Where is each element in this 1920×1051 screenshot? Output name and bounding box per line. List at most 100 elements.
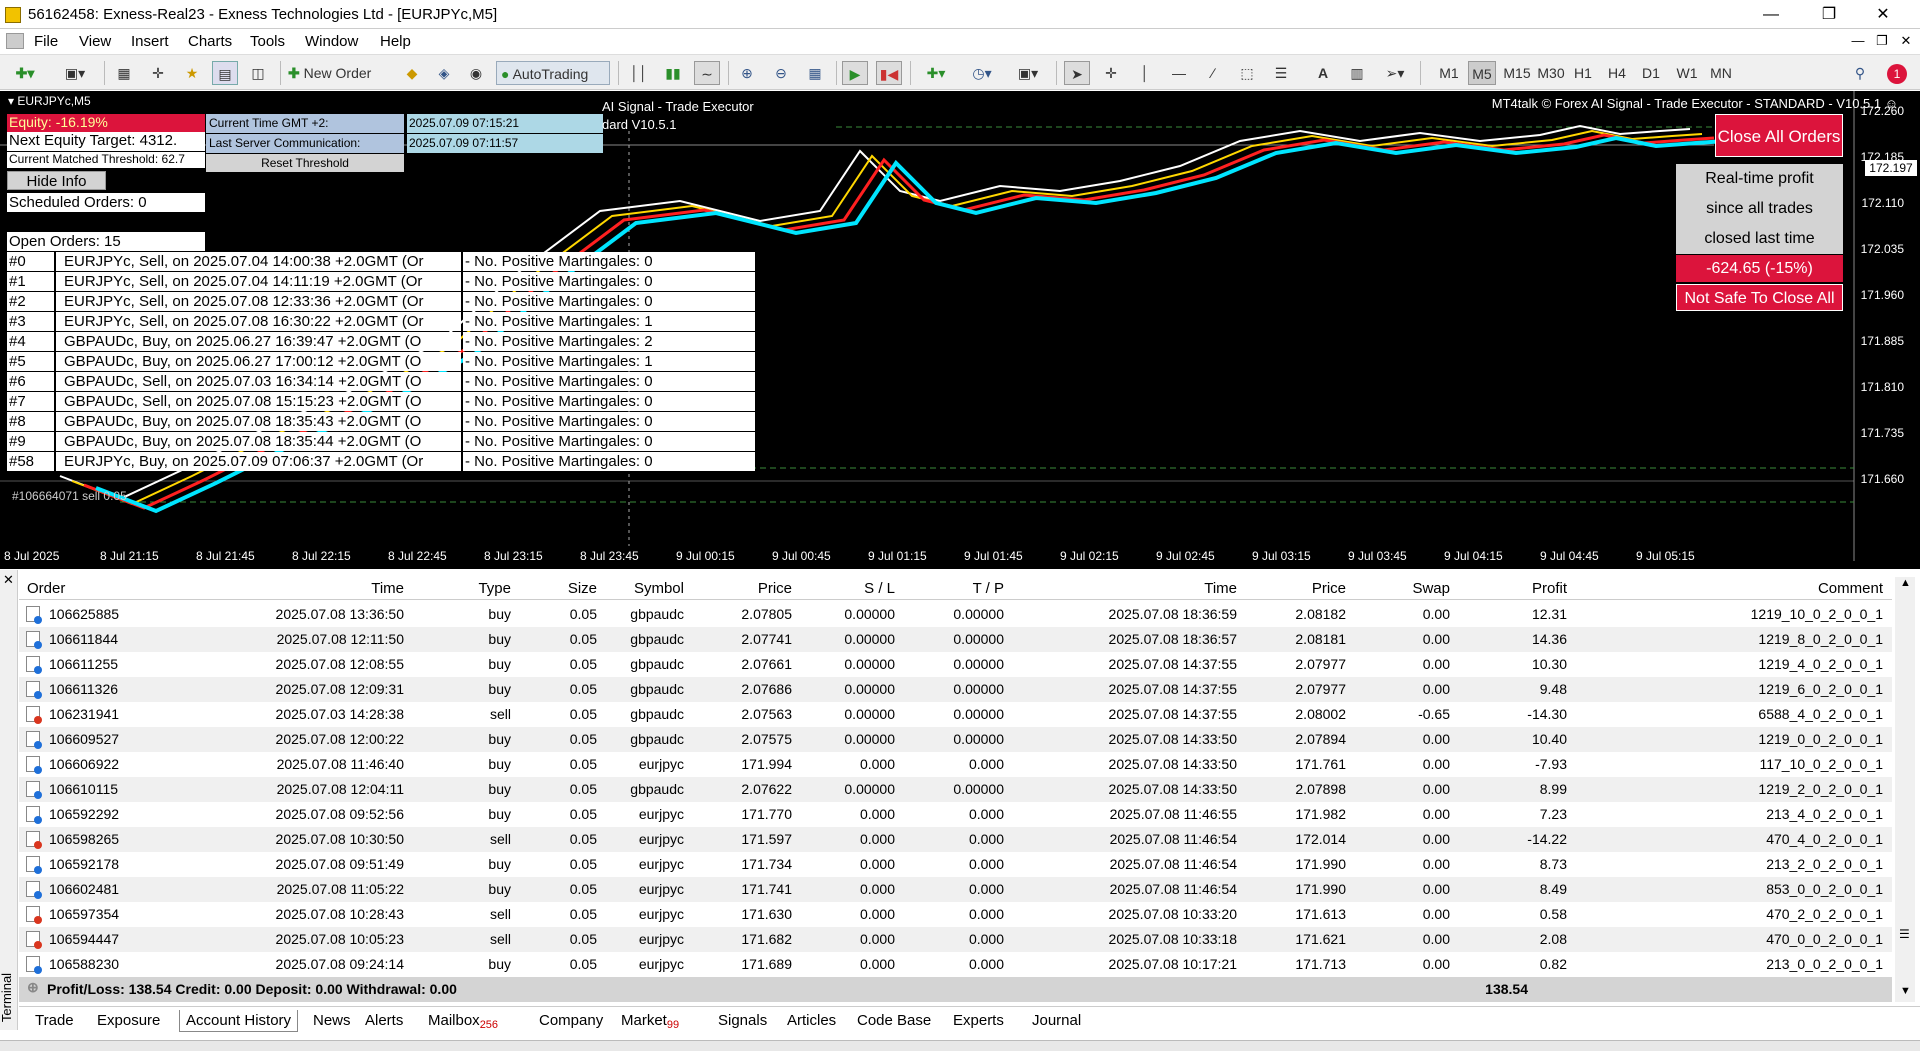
timeframe-d1[interactable]: D1: [1638, 61, 1664, 85]
indicators-icon[interactable]: ✚▾: [918, 61, 954, 85]
column-header[interactable]: S / L: [864, 580, 895, 597]
mdi-close-icon[interactable]: ✕: [1895, 33, 1917, 49]
scroll-menu-icon[interactable]: ☰: [1899, 927, 1910, 941]
timeframe-h4[interactable]: H4: [1604, 61, 1630, 85]
table-row[interactable]: 106611844 2025.07.08 12:11:50 buy 0.05 gbpau…: [19, 627, 1892, 652]
trendline-icon[interactable]: ∕: [1200, 61, 1226, 85]
mdi-restore-icon[interactable]: ❐: [1871, 33, 1893, 49]
menu-window[interactable]: Window: [305, 33, 358, 50]
tab-news[interactable]: News: [313, 1010, 351, 1032]
tab-alerts[interactable]: Alerts: [365, 1010, 403, 1032]
channel-icon[interactable]: ⬚: [1234, 61, 1260, 85]
profiles-icon[interactable]: ▣▾: [58, 61, 92, 85]
table-row[interactable]: 106592178 2025.07.08 09:51:49 buy 0.05 eurjp…: [19, 852, 1892, 877]
table-row[interactable]: 106610115 2025.07.08 12:04:11 buy 0.05 gbpau…: [19, 777, 1892, 802]
search-icon[interactable]: ⚲: [1848, 61, 1872, 85]
column-header[interactable]: Symbol: [634, 580, 684, 597]
vertical-line-icon[interactable]: │: [1132, 61, 1158, 85]
close-all-orders-button[interactable]: Close All Orders: [1715, 114, 1843, 157]
tab-company[interactable]: Company: [539, 1010, 603, 1032]
navigator-icon[interactable]: ✛: [146, 61, 170, 85]
arrows-icon[interactable]: ➢▾: [1378, 61, 1412, 85]
new-order-button[interactable]: ✚ New Order: [288, 61, 394, 85]
restore-icon[interactable]: ❐: [1806, 0, 1852, 29]
periods-icon[interactable]: ◷▾: [964, 61, 1000, 85]
zoom-in-icon[interactable]: ⊕: [734, 61, 760, 85]
tile-windows-icon[interactable]: ▦: [802, 61, 828, 85]
text-label-icon[interactable]: ▥: [1344, 61, 1370, 85]
tab-mailbox[interactable]: Mailbox256: [428, 1010, 498, 1032]
templates-icon[interactable]: ▣▾: [1010, 61, 1046, 85]
table-row[interactable]: 106611326 2025.07.08 12:09:31 buy 0.05 gbpau…: [19, 677, 1892, 702]
column-header[interactable]: Comment: [1818, 580, 1883, 597]
fibonacci-icon[interactable]: ☰: [1268, 61, 1294, 85]
timeframe-w1[interactable]: W1: [1674, 61, 1700, 85]
table-row[interactable]: 106606922 2025.07.08 11:46:40 buy 0.05 eurjp…: [19, 752, 1892, 777]
line-chart-icon[interactable]: ∼: [694, 61, 720, 85]
terminal-icon[interactable]: ▤: [212, 61, 238, 85]
favorites-icon[interactable]: ★: [180, 61, 204, 85]
tab-account-history[interactable]: Account History: [179, 1010, 299, 1032]
zoom-out-icon[interactable]: ⊖: [768, 61, 794, 85]
tab-journal[interactable]: Journal: [1032, 1010, 1081, 1032]
cursor-icon[interactable]: ➤: [1064, 61, 1090, 85]
timeframe-m5[interactable]: M5: [1468, 61, 1496, 85]
timeframe-m1[interactable]: M1: [1436, 61, 1462, 85]
reset-threshold-button[interactable]: Reset Threshold: [206, 154, 404, 172]
table-row[interactable]: 106231941 2025.07.03 14:28:38 sell 0.05 gbpa…: [19, 702, 1892, 727]
column-header[interactable]: Size: [568, 580, 597, 597]
table-row[interactable]: 106597354 2025.07.08 10:28:43 sell 0.05 eurj…: [19, 902, 1892, 927]
notifications-icon[interactable]: 1: [1884, 61, 1910, 85]
table-row[interactable]: 106602481 2025.07.08 11:05:22 buy 0.05 eurjp…: [19, 877, 1892, 902]
menu-help[interactable]: Help: [380, 33, 411, 50]
minimize-icon[interactable]: —: [1748, 0, 1794, 29]
table-row[interactable]: 106588230 2025.07.08 09:24:14 buy 0.05 eurjp…: [19, 952, 1892, 977]
not-safe-to-close-button[interactable]: Not Safe To Close All: [1676, 284, 1843, 311]
gold-icon[interactable]: ◆: [400, 61, 424, 85]
crosshair-icon[interactable]: ✛: [1098, 61, 1124, 85]
menu-view[interactable]: View: [79, 33, 111, 50]
candle-chart-icon[interactable]: ▮▮: [660, 61, 686, 85]
column-header[interactable]: Swap: [1412, 580, 1450, 597]
tester-icon[interactable]: ◫: [246, 61, 270, 85]
hide-info-button[interactable]: Hide Info: [7, 171, 106, 190]
tab-market[interactable]: Market99: [621, 1010, 679, 1032]
scroll-down-icon[interactable]: ▼: [1900, 985, 1911, 997]
tab-experts[interactable]: Experts: [953, 1010, 1004, 1032]
timeframe-h1[interactable]: H1: [1570, 61, 1596, 85]
autoscroll-icon[interactable]: ▶: [842, 61, 868, 85]
timeframe-mn[interactable]: MN: [1708, 61, 1734, 85]
tab-exposure[interactable]: Exposure: [97, 1010, 160, 1032]
chart-shift-icon[interactable]: ▮◀: [876, 61, 902, 85]
chart-window[interactable]: ▾ EURJPYc,M5 MT4talk © Forex AI Signal -…: [0, 91, 1920, 569]
autotrading-button[interactable]: ● AutoTrading: [496, 61, 610, 85]
scroll-up-icon[interactable]: ▲: [1900, 577, 1911, 589]
terminal-close-icon[interactable]: ✕: [3, 572, 14, 588]
menu-file[interactable]: File: [34, 33, 58, 50]
table-row[interactable]: 106625885 2025.07.08 13:36:50 buy 0.05 gbpau…: [19, 602, 1892, 627]
metaeditor-icon[interactable]: ◈: [432, 61, 456, 85]
column-header[interactable]: Time: [1204, 580, 1237, 597]
close-icon[interactable]: ✕: [1860, 0, 1906, 29]
column-header[interactable]: Profit: [1532, 580, 1567, 597]
column-header[interactable]: Price: [1312, 580, 1346, 597]
tab-signals[interactable]: Signals: [718, 1010, 767, 1032]
table-row[interactable]: 106611255 2025.07.08 12:08:55 buy 0.05 gbpau…: [19, 652, 1892, 677]
column-header[interactable]: Type: [478, 580, 511, 597]
vertical-scrollbar[interactable]: ▲ ☰ ▼: [1895, 577, 1915, 1002]
menu-insert[interactable]: Insert: [131, 33, 169, 50]
summary-expand-icon[interactable]: ⊕: [27, 979, 39, 996]
tab-code-base[interactable]: Code Base: [857, 1010, 931, 1032]
table-row[interactable]: 106594447 2025.07.08 10:05:23 sell 0.05 eurj…: [19, 927, 1892, 952]
doc-icon[interactable]: [6, 33, 24, 49]
tab-trade[interactable]: Trade: [35, 1010, 74, 1032]
column-header[interactable]: Time: [371, 580, 404, 597]
text-icon[interactable]: A: [1310, 61, 1336, 85]
vps-icon[interactable]: ◉: [464, 61, 488, 85]
market-watch-icon[interactable]: ▦: [112, 61, 136, 85]
table-row[interactable]: 106592292 2025.07.08 09:52:56 buy 0.05 eurjp…: [19, 802, 1892, 827]
column-header[interactable]: Price: [758, 580, 792, 597]
bar-chart-icon[interactable]: ││: [626, 61, 652, 85]
new-chart-icon[interactable]: ✚▾: [8, 61, 42, 85]
table-row[interactable]: 106598265 2025.07.08 10:30:50 sell 0.05 eurj…: [19, 827, 1892, 852]
